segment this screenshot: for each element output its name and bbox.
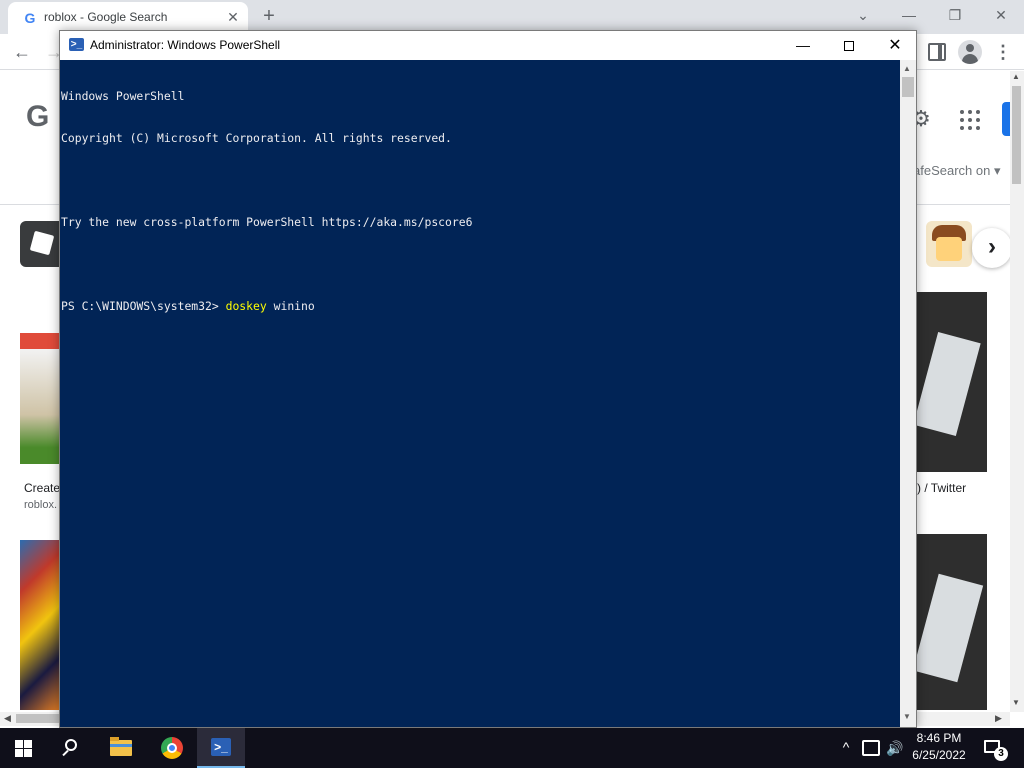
- side-panel-icon[interactable]: [928, 43, 946, 61]
- clock-date: 6/25/2022: [912, 748, 966, 762]
- scroll-down-arrow-icon[interactable]: ▼: [903, 712, 911, 721]
- console-scrollbar[interactable]: ▲ ▼: [900, 60, 916, 727]
- powershell-taskbar-button[interactable]: >_: [197, 728, 245, 768]
- close-icon[interactable]: ✕: [872, 31, 918, 60]
- restore-icon[interactable]: ❐: [942, 4, 968, 26]
- tab-strip: G roblox - Google Search ✕ + ⌄ — ❐ ✕: [0, 0, 1024, 34]
- scroll-left-arrow-icon[interactable]: ◀: [4, 713, 11, 724]
- image-source: roblox.: [24, 499, 58, 511]
- notification-count-badge: 3: [994, 747, 1008, 761]
- powershell-icon[interactable]: >_: [69, 38, 84, 51]
- roblox-avatar-chip[interactable]: [926, 221, 972, 267]
- powershell-console[interactable]: Windows PowerShell Copyright (C) Microso…: [60, 60, 900, 727]
- clock[interactable]: 8:46 PM 6/25/2022: [908, 730, 970, 766]
- scroll-up-arrow-icon[interactable]: ▲: [903, 64, 911, 73]
- windows-logo-icon[interactable]: [0, 728, 48, 768]
- maximize-icon[interactable]: [826, 31, 872, 60]
- console-scrollbar-thumb[interactable]: [902, 77, 914, 97]
- console-line: Copyright (C) Microsoft Corporation. All…: [61, 131, 452, 145]
- chevron-up-icon[interactable]: ^: [838, 736, 854, 758]
- safesearch-toggle[interactable]: afeSearch on ▾: [913, 163, 1000, 179]
- chevron-right-icon[interactable]: ›: [972, 228, 1012, 268]
- clock-time: 8:46 PM: [916, 731, 962, 745]
- google-favicon-icon: G: [24, 10, 36, 26]
- console-line: Windows PowerShell: [61, 89, 185, 103]
- notification-center-icon[interactable]: 3: [980, 734, 1008, 762]
- scroll-up-arrow-icon[interactable]: ▲: [1012, 72, 1020, 81]
- tab-close-icon[interactable]: ✕: [224, 8, 242, 26]
- console-command: doskey: [225, 299, 267, 313]
- scroll-down-arrow-icon[interactable]: ▼: [1012, 698, 1020, 707]
- console-input-line[interactable]: PS C:\WINDOWS\system32> doskey winino: [61, 299, 899, 313]
- image-result[interactable]: [20, 300, 60, 464]
- powershell-title-bar[interactable]: >_ Administrator: Windows PowerShell — ✕: [60, 31, 916, 60]
- apps-grid-icon[interactable]: [958, 108, 982, 132]
- folder-icon[interactable]: [98, 728, 146, 768]
- window-title: Administrator: Windows PowerShell: [90, 38, 281, 52]
- back-arrow-icon[interactable]: ←: [10, 40, 34, 64]
- image-caption[interactable]: ) / Twitter: [917, 481, 966, 495]
- powershell-window: >_ Administrator: Windows PowerShell — ✕…: [59, 30, 917, 728]
- profile-avatar-icon[interactable]: [958, 40, 982, 64]
- kebab-menu-icon[interactable]: ⋮: [994, 40, 1012, 64]
- console-line: Try the new cross-platform PowerShell ht…: [61, 215, 473, 229]
- image-result[interactable]: [917, 292, 987, 472]
- volume-icon[interactable]: 🔊: [886, 737, 904, 759]
- new-tab-button[interactable]: +: [258, 6, 280, 28]
- console-argument: winino: [266, 299, 315, 313]
- scroll-right-arrow-icon[interactable]: ▶: [995, 713, 1002, 724]
- google-logo[interactable]: G: [26, 100, 49, 134]
- tab-search-dropdown-icon[interactable]: ⌄: [850, 4, 876, 26]
- minimize-icon[interactable]: —: [780, 31, 826, 60]
- taskbar: >_ ^ 🔊 8:46 PM 6/25/2022 3: [0, 728, 1024, 768]
- close-window-icon[interactable]: ✕: [988, 4, 1014, 26]
- image-caption[interactable]: Create: [24, 481, 60, 495]
- minimize-icon[interactable]: —: [896, 4, 922, 26]
- page-scrollbar-thumb[interactable]: [1012, 86, 1021, 184]
- tab-title: roblox - Google Search: [44, 10, 168, 24]
- network-icon[interactable]: [862, 740, 880, 756]
- powershell-icon: >_: [211, 738, 231, 756]
- image-result[interactable]: [917, 534, 987, 710]
- horizontal-scrollbar-thumb[interactable]: [16, 714, 60, 723]
- search-icon[interactable]: [48, 728, 96, 768]
- chrome-icon[interactable]: [148, 728, 196, 768]
- image-result[interactable]: [20, 540, 60, 710]
- console-prompt: PS C:\WINDOWS\system32>: [61, 299, 226, 313]
